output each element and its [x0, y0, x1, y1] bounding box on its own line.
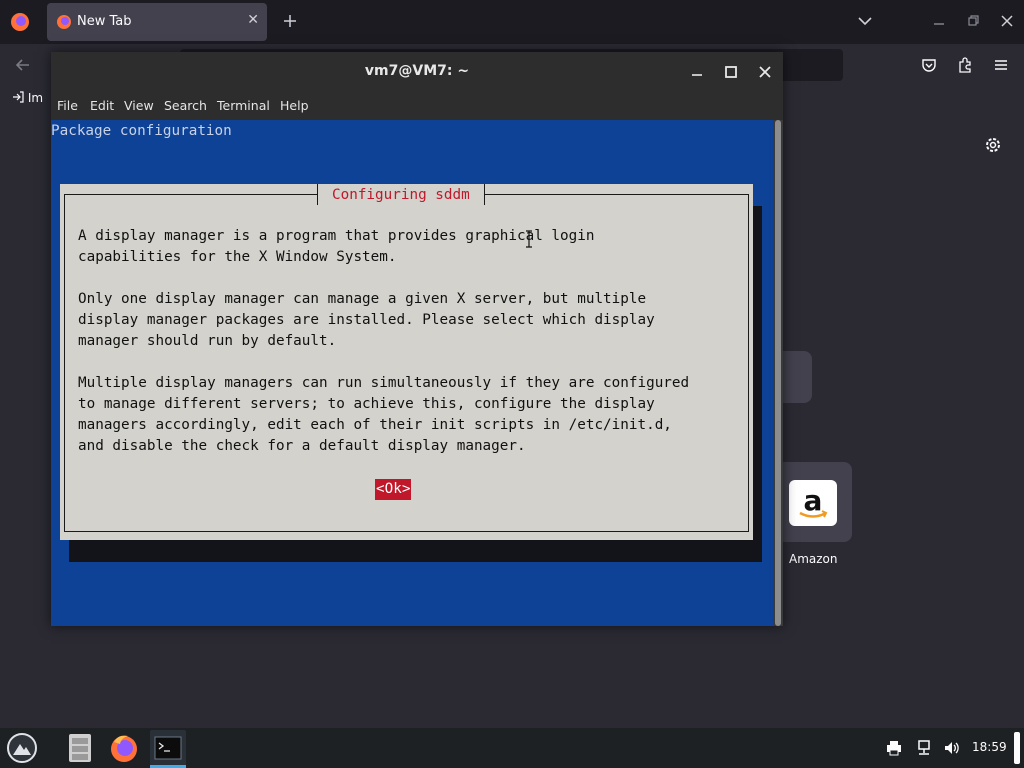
tab-label: New Tab — [77, 14, 132, 29]
terminal-scrollbar[interactable] — [773, 120, 783, 626]
package-configuration-title: Package configuration — [51, 123, 232, 139]
gear-icon[interactable] — [983, 135, 1003, 155]
import-icon — [13, 91, 24, 103]
minimize-icon[interactable] — [930, 12, 948, 30]
menu-edit[interactable]: Edit — [90, 98, 114, 113]
terminal-window: vm7@VM7: ~ File Edit View Search Termina… — [51, 52, 783, 626]
firefox-icon — [57, 15, 71, 29]
terminal-icon[interactable] — [150, 730, 186, 766]
hamburger-menu-icon[interactable] — [992, 56, 1010, 74]
chevron-down-icon[interactable] — [856, 12, 874, 30]
tab-new-tab[interactable]: New Tab ✕ — [47, 3, 267, 41]
import-label: Im — [27, 91, 44, 105]
dialog-title: Configuring sddm — [332, 187, 470, 203]
dialog-text-line: manager should run by default. — [78, 333, 337, 349]
dialog-text-line: and disable the check for a default disp… — [78, 438, 526, 454]
show-desktop-button[interactable] — [1014, 732, 1020, 764]
window-title: vm7@VM7: ~ — [364, 63, 470, 79]
printer-icon[interactable] — [886, 740, 902, 756]
svg-text:a: a — [804, 484, 823, 517]
terminal-titlebar[interactable]: vm7@VM7: ~ — [51, 52, 783, 92]
dialog-text-line: to manage different servers; to achieve … — [78, 396, 655, 412]
firefox-tab-strip: New Tab ✕ — [0, 0, 1024, 44]
dialog-text-line: display manager packages are installed. … — [78, 312, 655, 328]
menu-search[interactable]: Search — [164, 98, 207, 113]
back-arrow-icon[interactable] — [14, 56, 32, 74]
volume-icon[interactable] — [944, 740, 960, 756]
ok-button[interactable]: <Ok> — [375, 479, 412, 500]
dialog-text-line: capabilities for the X Window System. — [78, 249, 397, 265]
minimize-icon[interactable] — [689, 64, 705, 80]
firefox-menu-icon[interactable] — [8, 10, 32, 34]
pocket-icon[interactable] — [920, 56, 938, 74]
plus-icon — [284, 15, 296, 27]
taskbar: 18:59 — [0, 728, 1024, 768]
network-icon[interactable] — [916, 740, 932, 756]
file-manager-icon[interactable] — [66, 732, 94, 764]
menu-file[interactable]: File — [57, 98, 78, 113]
dialog-text-line: Only one display manager can manage a gi… — [78, 291, 647, 307]
terminal-screen[interactable]: Package configuration Configuring sddm A… — [51, 120, 773, 626]
firefox-icon[interactable] — [108, 732, 140, 764]
menu-help[interactable]: Help — [280, 98, 309, 113]
dialog-text-line: managers accordingly, edit each of their… — [78, 417, 672, 433]
menu-view[interactable]: View — [124, 98, 154, 113]
maximize-icon[interactable] — [723, 64, 739, 80]
application-launcher-icon[interactable] — [6, 732, 38, 764]
amazon-icon: a — [789, 480, 837, 526]
dialog-text-line: Multiple display managers can run simult… — [78, 375, 690, 391]
dialog-text-line: A display manager is a program that prov… — [78, 228, 595, 244]
scrollbar-thumb[interactable] — [775, 120, 781, 626]
restore-icon[interactable] — [964, 12, 982, 30]
shortcut-tile[interactable] — [782, 351, 812, 403]
menu-terminal[interactable]: Terminal — [217, 98, 270, 113]
import-bookmarks-button[interactable]: Im — [12, 91, 43, 105]
close-icon[interactable] — [757, 64, 773, 80]
clock[interactable]: 18:59 — [972, 740, 1007, 754]
extensions-icon[interactable] — [956, 56, 974, 74]
new-tab-button[interactable] — [280, 9, 300, 33]
close-icon[interactable] — [998, 12, 1016, 30]
dialog-title-box: Configuring sddm — [317, 184, 485, 205]
configure-dialog: Configuring sddm A display manager is a … — [60, 184, 753, 540]
shortcut-label: Amazon — [789, 552, 838, 566]
text-cursor-icon — [526, 230, 532, 248]
terminal-menubar: File Edit View Search Terminal Help — [51, 92, 783, 120]
close-icon[interactable]: ✕ — [247, 12, 259, 28]
